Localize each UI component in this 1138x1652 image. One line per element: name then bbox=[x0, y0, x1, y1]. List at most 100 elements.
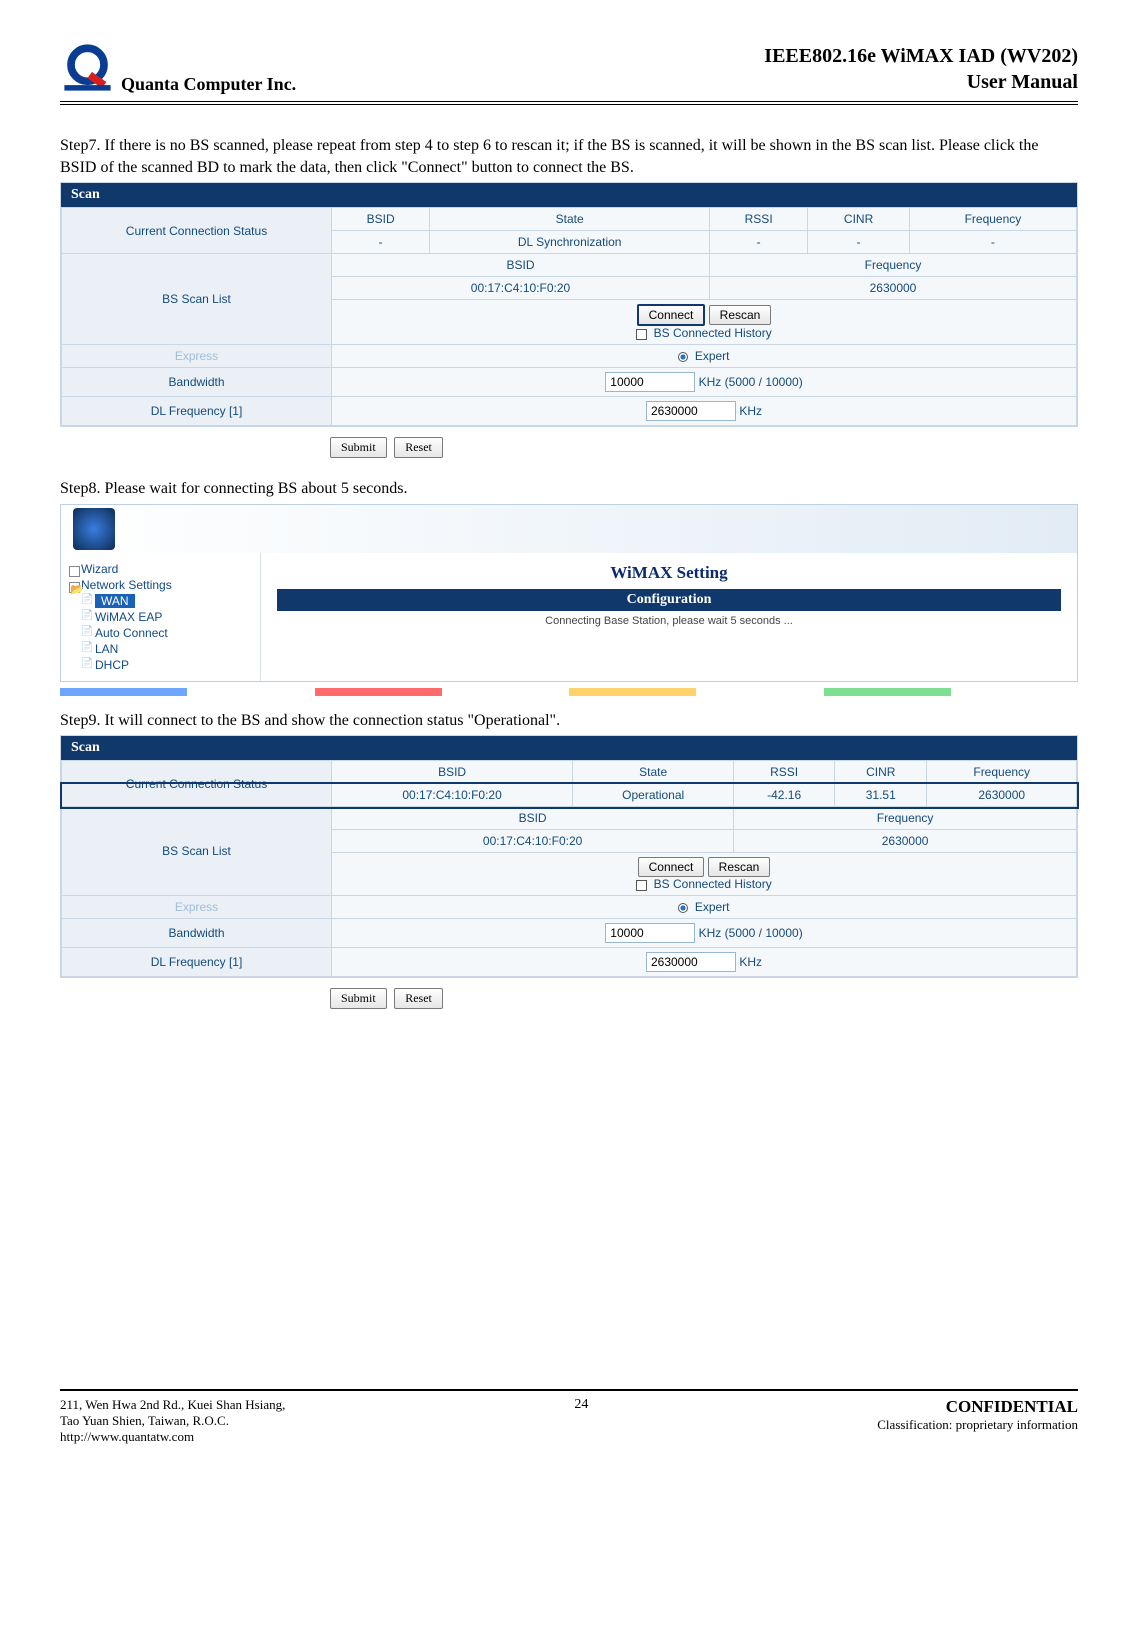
footer-confidential: CONFIDENTIAL bbox=[877, 1397, 1078, 1417]
expert-label-2: Expert bbox=[695, 900, 730, 914]
dlfreq-input-2[interactable] bbox=[646, 952, 736, 972]
col2-freq: Frequency bbox=[927, 761, 1077, 784]
current-connection-label-2: Current Connection Status bbox=[62, 761, 332, 807]
rescan-button[interactable]: Rescan bbox=[709, 305, 772, 325]
tree-wizard[interactable]: Wizard bbox=[67, 561, 254, 577]
scan-panel-1: Scan Current Connection Status BSID Stat… bbox=[60, 182, 1078, 427]
footer-addr1: 211, Wen Hwa 2nd Rd., Kuei Shan Hsiang, bbox=[60, 1397, 285, 1413]
bandwidth-label: Bandwidth bbox=[62, 368, 332, 397]
list2-col-bsid: BSID bbox=[332, 807, 734, 830]
scan-panel-2-title: Scan bbox=[61, 736, 1077, 760]
page-footer: 211, Wen Hwa 2nd Rd., Kuei Shan Hsiang, … bbox=[60, 1389, 1078, 1445]
col2-state: State bbox=[573, 761, 734, 784]
step9-text: Step9. It will connect to the BS and sho… bbox=[60, 710, 1078, 732]
col2-rssi: RSSI bbox=[734, 761, 835, 784]
nav-banner bbox=[61, 505, 1077, 553]
dlfreq-unit-2: KHz bbox=[739, 955, 762, 969]
list2-bsid[interactable]: 00:17:C4:10:F0:20 bbox=[332, 830, 734, 853]
tree-wimax-eap[interactable]: WiMAX EAP bbox=[81, 609, 254, 625]
current-connection-label: Current Connection Status bbox=[62, 208, 332, 254]
bandwidth-input-2[interactable] bbox=[605, 923, 695, 943]
doc-header: Quanta Computer Inc. IEEE802.16e WiMAX I… bbox=[60, 40, 1078, 95]
scan-panel-2: Scan Current Connection Status BSID Stat… bbox=[60, 735, 1078, 978]
tree-wan[interactable]: WAN bbox=[81, 593, 254, 609]
footer-right: CONFIDENTIAL Classification: proprietary… bbox=[877, 1397, 1078, 1445]
connecting-message: Connecting Base Station, please wait 5 s… bbox=[277, 611, 1061, 631]
col-cinr: CINR bbox=[808, 208, 910, 231]
reset-button[interactable]: Reset bbox=[394, 437, 443, 458]
footer-classification: Classification: proprietary information bbox=[877, 1417, 1078, 1433]
footer-page: 24 bbox=[574, 1397, 588, 1445]
tree-network[interactable]: Network Settings bbox=[67, 577, 254, 593]
history-label: BS Connected History bbox=[654, 326, 772, 340]
val2-cinr: 31.51 bbox=[835, 784, 927, 807]
dlfreq-unit: KHz bbox=[739, 404, 762, 418]
tree-lan[interactable]: LAN bbox=[81, 641, 254, 657]
bandwidth-unit: KHz (5000 / 10000) bbox=[699, 375, 803, 389]
col-freq: Frequency bbox=[909, 208, 1076, 231]
configuration-bar: Configuration bbox=[277, 589, 1061, 611]
scan-table-1: Current Connection Status BSID State RSS… bbox=[61, 207, 1077, 426]
expert-radio[interactable] bbox=[678, 352, 688, 362]
tree-auto-connect[interactable]: Auto Connect bbox=[81, 625, 254, 641]
step8-text: Step8. Please wait for connecting BS abo… bbox=[60, 478, 1078, 500]
list2-freq: 2630000 bbox=[734, 830, 1077, 853]
connect-button-2[interactable]: Connect bbox=[638, 857, 705, 877]
bandwidth-unit-2: KHz (5000 / 10000) bbox=[699, 926, 803, 940]
val-rssi: - bbox=[709, 231, 807, 254]
bandwidth-input[interactable] bbox=[605, 372, 695, 392]
title-line2: User Manual bbox=[764, 69, 1078, 95]
val-state: DL Synchronization bbox=[430, 231, 710, 254]
company-name: Quanta Computer Inc. bbox=[121, 74, 296, 95]
col-rssi: RSSI bbox=[709, 208, 807, 231]
tree-dhcp[interactable]: DHCP bbox=[81, 657, 254, 673]
footer-addr3: http://www.quantatw.com bbox=[60, 1429, 285, 1445]
submit-button[interactable]: Submit bbox=[330, 437, 387, 458]
val2-rssi: -42.16 bbox=[734, 784, 835, 807]
header-divider bbox=[60, 101, 1078, 105]
bandwidth-label-2: Bandwidth bbox=[62, 919, 332, 948]
val2-bsid: 00:17:C4:10:F0:20 bbox=[332, 784, 573, 807]
col2-cinr: CINR bbox=[835, 761, 927, 784]
dlfreq-input[interactable] bbox=[646, 401, 736, 421]
val-freq: - bbox=[909, 231, 1076, 254]
list-col-bsid: BSID bbox=[332, 254, 710, 277]
nav-logo-icon bbox=[73, 508, 115, 550]
doc-title: IEEE802.16e WiMAX IAD (WV202) User Manua… bbox=[764, 43, 1078, 95]
color-strip bbox=[60, 688, 1078, 696]
list-bsid[interactable]: 00:17:C4:10:F0:20 bbox=[332, 277, 710, 300]
val-cinr: - bbox=[808, 231, 910, 254]
bs-scan-list-label-2: BS Scan List bbox=[62, 807, 332, 896]
rescan-button-2[interactable]: Rescan bbox=[708, 857, 771, 877]
history-checkbox[interactable] bbox=[636, 329, 647, 340]
col2-bsid: BSID bbox=[332, 761, 573, 784]
footer-left: 211, Wen Hwa 2nd Rd., Kuei Shan Hsiang, … bbox=[60, 1397, 285, 1445]
bs-scan-list-label: BS Scan List bbox=[62, 254, 332, 345]
submit-row-2: Submit Reset bbox=[330, 988, 1078, 1009]
quanta-logo-icon bbox=[60, 40, 115, 95]
list-col-freq: Frequency bbox=[709, 254, 1076, 277]
reset-button-2[interactable]: Reset bbox=[394, 988, 443, 1009]
express-label: Express bbox=[62, 345, 332, 368]
nav-tree: Wizard Network Settings WAN WiMAX EAP Au… bbox=[61, 553, 261, 681]
submit-button-2[interactable]: Submit bbox=[330, 988, 387, 1009]
col-bsid: BSID bbox=[332, 208, 430, 231]
scan-panel-title: Scan bbox=[61, 183, 1077, 207]
list2-col-freq: Frequency bbox=[734, 807, 1077, 830]
history-label-2: BS Connected History bbox=[654, 877, 772, 891]
title-line1: IEEE802.16e WiMAX IAD (WV202) bbox=[764, 43, 1078, 69]
dlfreq-label-2: DL Frequency [1] bbox=[62, 948, 332, 977]
footer-addr2: Tao Yuan Shien, Taiwan, R.O.C. bbox=[60, 1413, 285, 1429]
val2-state: Operational bbox=[573, 784, 734, 807]
expert-label: Expert bbox=[695, 349, 730, 363]
tree-wan-sel: WAN bbox=[95, 594, 135, 608]
connect-button[interactable]: Connect bbox=[637, 304, 706, 326]
wimax-setting-title: WiMAX Setting bbox=[277, 563, 1061, 583]
val-bsid: - bbox=[332, 231, 430, 254]
history-checkbox-2[interactable] bbox=[636, 880, 647, 891]
val2-freq: 2630000 bbox=[927, 784, 1077, 807]
dlfreq-label: DL Frequency [1] bbox=[62, 397, 332, 426]
list-freq: 2630000 bbox=[709, 277, 1076, 300]
step7-text: Step7. If there is no BS scanned, please… bbox=[60, 135, 1078, 178]
expert-radio-2[interactable] bbox=[678, 903, 688, 913]
